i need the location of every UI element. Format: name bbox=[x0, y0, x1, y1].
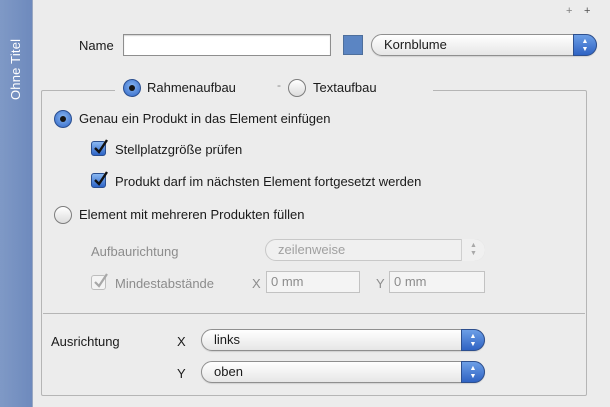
color-select[interactable]: Kornblume ▲ ▼ bbox=[371, 34, 597, 56]
color-swatch[interactable] bbox=[343, 35, 363, 55]
select-arrows-icon: ▲ ▼ bbox=[461, 361, 485, 383]
exact-one-product-radio[interactable] bbox=[54, 110, 72, 128]
select-arrows-icon: ▲ ▼ bbox=[461, 329, 485, 351]
checkmark-icon bbox=[94, 273, 108, 288]
side-tab-title: Ohne Titel bbox=[8, 38, 23, 100]
min-spacing-x-label: X bbox=[252, 276, 261, 291]
alignment-y-label: Y bbox=[177, 366, 186, 381]
checkmark-icon bbox=[94, 139, 108, 154]
text-mode-label: Textaufbau bbox=[313, 80, 377, 95]
alignment-y-select[interactable]: oben ▲ ▼ bbox=[201, 361, 485, 383]
check-size-label: Stellplatzgröße prüfen bbox=[115, 142, 243, 157]
min-spacing-label: Mindestabstände bbox=[115, 276, 215, 291]
add-icon[interactable]: + bbox=[584, 5, 590, 17]
frame-mode-label: Rahmenaufbau bbox=[147, 80, 236, 95]
checkmark-icon bbox=[94, 171, 108, 186]
alignment-y-value: oben bbox=[214, 364, 243, 379]
tab-separator: - bbox=[277, 78, 281, 92]
alignment-x-select[interactable]: links ▲ ▼ bbox=[201, 329, 485, 351]
side-tab[interactable]: Ohne Titel bbox=[0, 0, 32, 407]
alignment-x-label: X bbox=[177, 334, 186, 349]
frame-mode-radio[interactable] bbox=[123, 79, 141, 97]
min-spacing-y-label: Y bbox=[376, 276, 385, 291]
plus-icon[interactable]: + bbox=[566, 5, 572, 17]
select-arrows-icon: ▲ ▼ bbox=[573, 34, 597, 56]
name-input[interactable] bbox=[123, 34, 331, 56]
text-mode-radio[interactable] bbox=[288, 79, 306, 97]
continue-next-checkbox[interactable] bbox=[91, 171, 108, 188]
alignment-label: Ausrichtung bbox=[51, 334, 120, 349]
direction-select[interactable]: zeilenweise ▲ ▼ bbox=[265, 239, 485, 261]
min-spacing-y-input[interactable]: 0 mm bbox=[389, 271, 485, 293]
color-select-value: Kornblume bbox=[384, 37, 447, 52]
exact-one-product-label: Genau ein Produkt in das Element einfüge… bbox=[79, 111, 331, 126]
check-size-checkbox[interactable] bbox=[91, 139, 108, 156]
alignment-x-value: links bbox=[214, 332, 241, 347]
fill-multiple-radio[interactable] bbox=[54, 206, 72, 224]
min-spacing-checkbox[interactable] bbox=[91, 273, 108, 290]
direction-select-value: zeilenweise bbox=[278, 242, 346, 257]
divider bbox=[43, 313, 585, 314]
settings-panel: + + Name Kornblume ▲ ▼ Rahmenaufbau - Tex… bbox=[32, 0, 610, 407]
name-label: Name bbox=[79, 38, 114, 53]
direction-label: Aufbaurichtung bbox=[91, 244, 179, 259]
select-arrows-icon: ▲ ▼ bbox=[461, 239, 485, 261]
min-spacing-x-input[interactable]: 0 mm bbox=[266, 271, 360, 293]
continue-next-label: Produkt darf im nächsten Element fortges… bbox=[115, 174, 422, 189]
fill-multiple-label: Element mit mehreren Produkten füllen bbox=[79, 207, 305, 222]
